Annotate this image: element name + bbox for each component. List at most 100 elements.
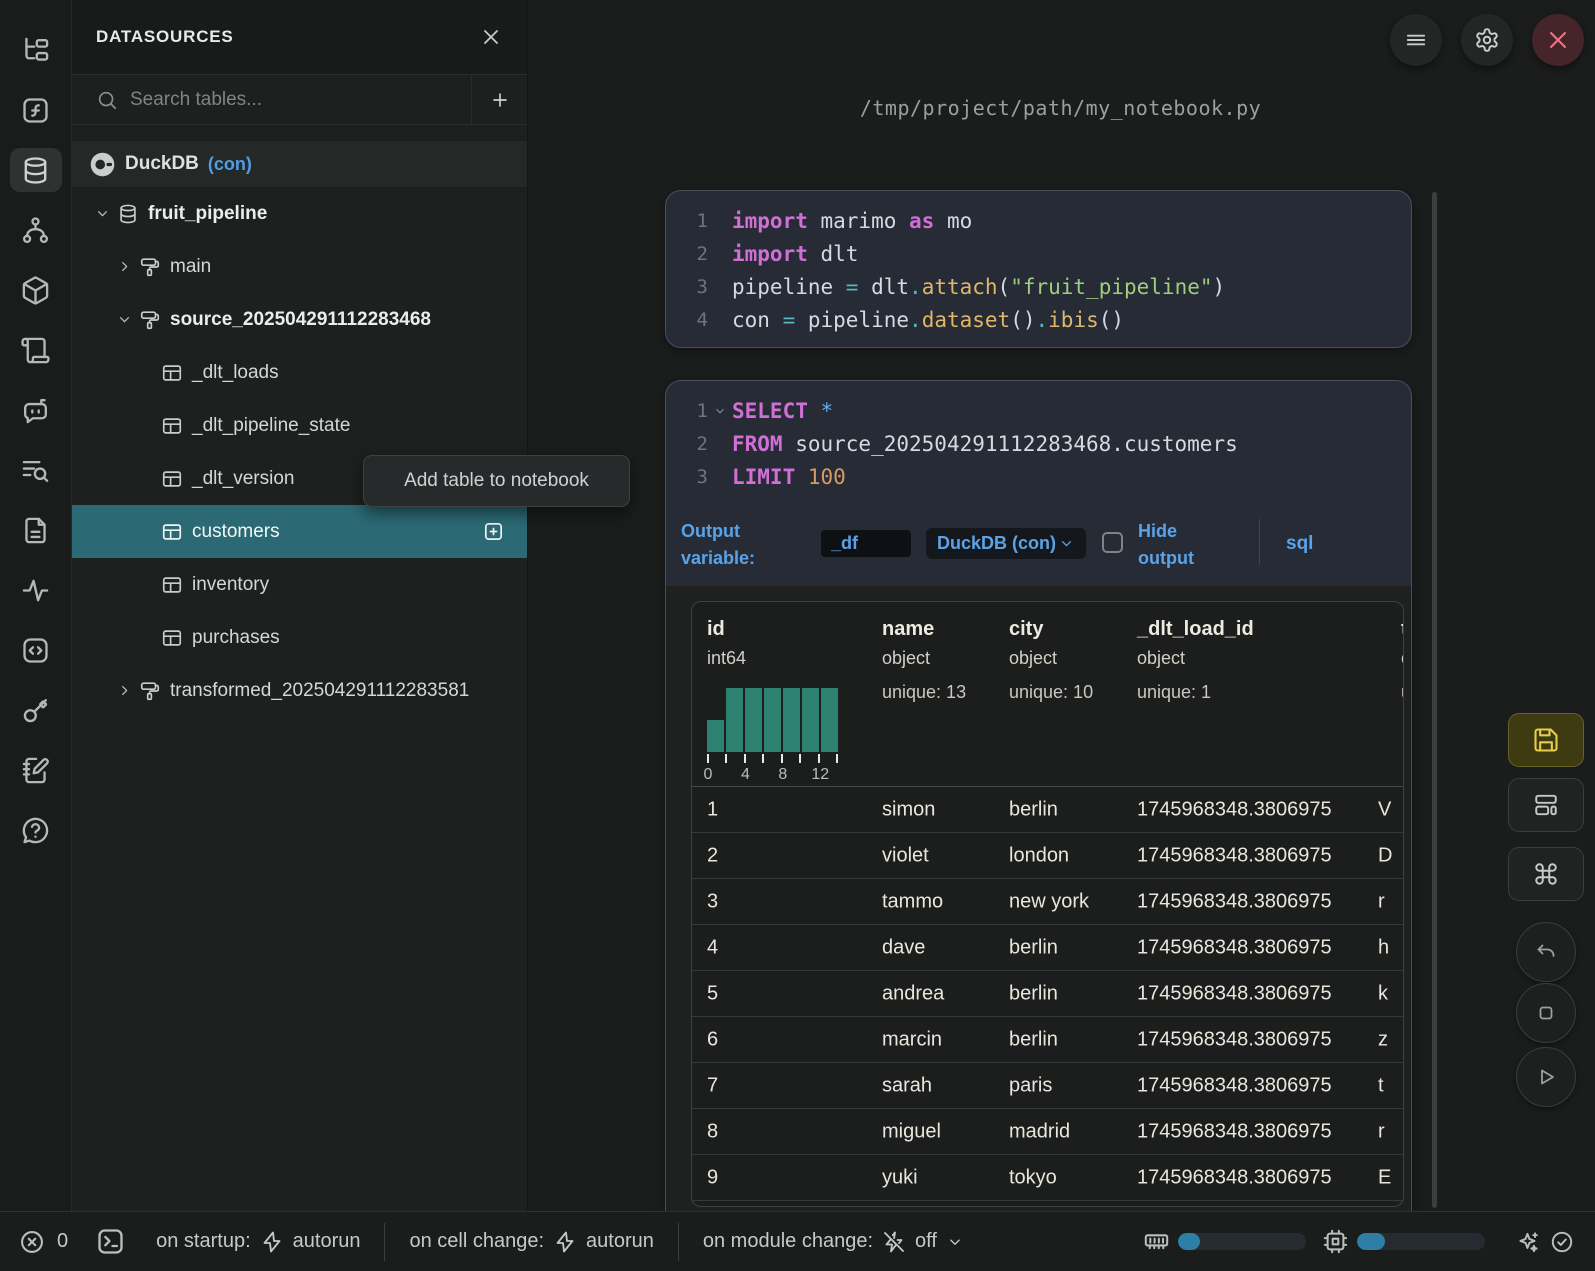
rail-item-chat[interactable]: [10, 388, 62, 432]
table-icon: [161, 521, 183, 543]
zap-icon: [553, 1230, 577, 1254]
plus-icon: [489, 89, 511, 111]
histogram-axis-labels: 04812: [707, 766, 838, 784]
language-badge[interactable]: sql: [1286, 533, 1313, 555]
sparkles-icon: [1515, 1229, 1541, 1255]
ai-assistant-button[interactable]: [1515, 1229, 1541, 1255]
add-table-button[interactable]: [482, 520, 505, 543]
stop-button[interactable]: [1516, 983, 1576, 1043]
table-row[interactable]: 5 andrea berlin 1745968348.3806975 k: [692, 970, 1403, 1016]
line-number: 3: [666, 466, 708, 488]
shutdown-button[interactable]: [1532, 14, 1584, 66]
stop-icon: [1534, 1001, 1558, 1025]
runtime-settings: on startup: autorun on cell change: auto…: [132, 1223, 988, 1261]
table-row[interactable]: 6 marcin berlin 1745968348.3806975 z: [692, 1016, 1403, 1062]
undo-button[interactable]: [1516, 922, 1576, 982]
rail-item-search[interactable]: [10, 448, 62, 492]
table-row[interactable]: 1 simon berlin 1745968348.3806975 V: [692, 787, 1403, 832]
layout-button[interactable]: [1508, 778, 1584, 832]
code-line: 4con = pipeline.dataset().ibis(): [666, 303, 1411, 336]
tree-item-source_202504291112283468[interactable]: source_202504291112283468: [72, 293, 527, 346]
rail-item-docs[interactable]: [10, 508, 62, 552]
rail-item-workflow[interactable]: [10, 208, 62, 252]
datasource-tree: fruit_pipeline main source_2025042911122…: [72, 187, 527, 717]
code-cell-python[interactable]: 1import marimo as mo2import dlt3pipeline…: [665, 190, 1412, 348]
terminal-button[interactable]: [95, 1226, 126, 1257]
settings-button[interactable]: [1461, 14, 1513, 66]
column-header[interactable]: city: [1009, 618, 1043, 641]
column-header[interactable]: _dlt_load_id: [1137, 618, 1254, 641]
hide-output-checkbox[interactable]: [1102, 532, 1123, 553]
file-text-icon: [20, 515, 51, 546]
tree-item-_dlt_loads[interactable]: _dlt_loads: [72, 346, 527, 399]
tree-item-fruit_pipeline[interactable]: fruit_pipeline: [72, 187, 527, 240]
search-icon: [96, 89, 118, 111]
result-table: id int64 name object unique: 13 city obj…: [691, 601, 1404, 1207]
runtime-setting[interactable]: on startup: autorun: [132, 1223, 384, 1261]
command-icon: [1533, 861, 1559, 887]
column-header[interactable]: name: [882, 618, 934, 641]
rail-item-packages[interactable]: [10, 268, 62, 312]
tree-item-transformed_202504291112283581[interactable]: transformed_202504291112283581: [72, 664, 527, 717]
table-row[interactable]: 2 violet london 1745968348.3806975 D: [692, 832, 1403, 878]
rail-item-datasources[interactable]: [10, 148, 62, 192]
close-icon: [1544, 26, 1572, 54]
code-line: 1import marimo as mo: [666, 204, 1411, 237]
schema-icon: [139, 256, 161, 278]
code-cell-sql: 1SELECT *2FROM source_202504291112283468…: [665, 380, 1412, 1211]
notebook-scrollbar[interactable]: [1432, 192, 1437, 1208]
close-panel-button[interactable]: [479, 25, 503, 49]
help-circle-icon: [20, 815, 51, 846]
table-body: 1 simon berlin 1745968348.3806975 V 2 vi…: [692, 787, 1403, 1200]
notebook-path: /tmp/project/path/my_notebook.py: [665, 96, 1412, 120]
tree-item-customers[interactable]: customers: [72, 505, 527, 558]
menu-button[interactable]: [1390, 14, 1442, 66]
rail-item-snippets[interactable]: [10, 628, 62, 672]
hide-output-label[interactable]: Hide output: [1138, 518, 1194, 572]
table-row[interactable]: 9 yuki tokyo 1745968348.3806975 E: [692, 1154, 1403, 1200]
column-header[interactable]: id: [707, 618, 725, 641]
save-button[interactable]: [1508, 713, 1584, 767]
code-line: 3LIMIT 100: [666, 460, 1411, 493]
table-icon: [161, 468, 183, 490]
clipped-column-header: t: [1401, 618, 1404, 641]
rail-item-logs[interactable]: [10, 328, 62, 372]
bot-icon: [20, 395, 51, 426]
tree-item-purchases[interactable]: purchases: [72, 611, 527, 664]
table-row[interactable]: 7 sarah paris 1745968348.3806975 t: [692, 1062, 1403, 1108]
rail-item-scratchpad[interactable]: [10, 748, 62, 792]
table-row[interactable]: 8 miguel madrid 1745968348.3806975 r: [692, 1108, 1403, 1154]
schema-icon: [139, 680, 161, 702]
output-options: Output variable: DuckDB (con) Hide outpu…: [666, 511, 1411, 586]
resource-meter: [1143, 1228, 1314, 1255]
function-square-icon: [20, 95, 51, 126]
fold-chevron-icon[interactable]: [708, 404, 732, 418]
engine-select[interactable]: DuckDB (con): [926, 528, 1086, 559]
marimo-app: DATASOURCES DuckDB (con) fruit_pipeline: [0, 0, 1595, 1271]
table-icon: [161, 362, 183, 384]
tree-item-_dlt_pipeline_state[interactable]: _dlt_pipeline_state: [72, 399, 527, 452]
rail-item-keys[interactable]: [10, 688, 62, 732]
rail-item-help[interactable]: [10, 808, 62, 852]
run-button[interactable]: [1516, 1047, 1576, 1107]
add-datasource-button[interactable]: [471, 75, 527, 124]
runtime-setting[interactable]: on cell change: autorun: [384, 1223, 677, 1261]
connection-status-button[interactable]: [1549, 1229, 1575, 1255]
connection-row[interactable]: DuckDB (con): [72, 141, 527, 187]
rail-item-activity[interactable]: [10, 568, 62, 612]
command-palette-button[interactable]: [1508, 847, 1584, 901]
rail-item-file-tree[interactable]: [10, 28, 62, 72]
sql-editor[interactable]: 1SELECT *2FROM source_202504291112283468…: [666, 394, 1411, 493]
error-counter[interactable]: 0: [18, 1228, 68, 1256]
line-number: 3: [666, 276, 708, 298]
schema-icon: [139, 309, 161, 331]
tree-item-main[interactable]: main: [72, 240, 527, 293]
output-variable-input[interactable]: [821, 530, 911, 557]
search-input[interactable]: [118, 89, 471, 111]
table-row[interactable]: 3 tammo new york 1745968348.3806975 r: [692, 878, 1403, 924]
rail-item-function-square[interactable]: [10, 88, 62, 132]
notebook-pen-icon: [20, 755, 51, 786]
runtime-setting[interactable]: on module change: off: [678, 1223, 988, 1261]
table-row[interactable]: 4 dave berlin 1745968348.3806975 h: [692, 924, 1403, 970]
tree-item-inventory[interactable]: inventory: [72, 558, 527, 611]
